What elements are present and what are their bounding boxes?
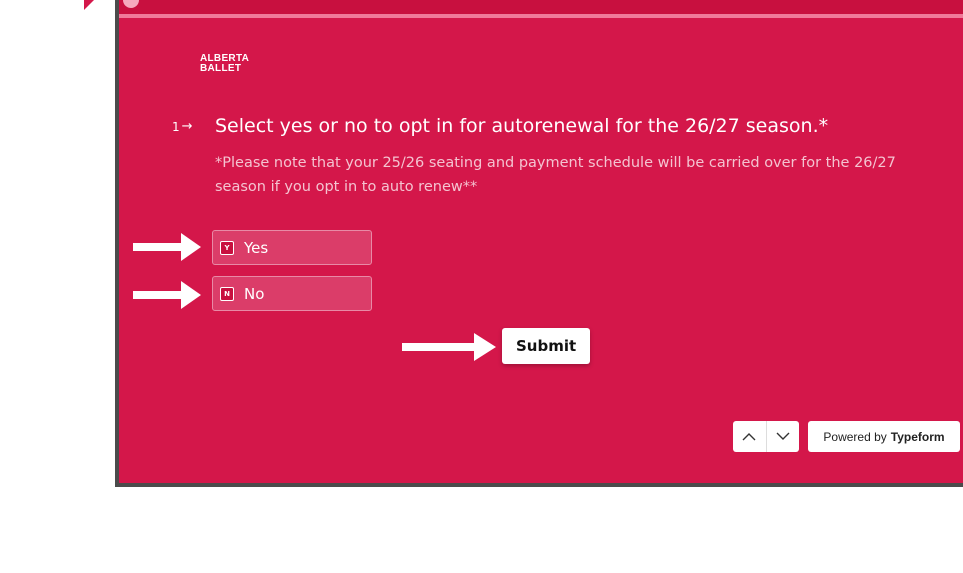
typeform-container: ALBERTA BALLET 1 → Select yes or no to o… [119,0,963,483]
chevron-up-icon [742,433,756,441]
choice-label-no: No [244,284,265,303]
corner-pointer-icon [84,0,94,10]
form-top-bar [119,0,963,18]
question-description: *Please note that your 25/26 seating and… [215,155,896,195]
choice-no[interactable]: N No [212,276,372,311]
next-question-button[interactable] [765,421,800,452]
powered-by-typeform-badge[interactable]: Powered by Typeform [808,421,960,452]
question-navigation [733,421,799,452]
chevron-down-icon [776,432,790,440]
arrow-right-icon: → [181,119,193,134]
choice-key-y: Y [220,240,234,255]
question-title: Select yes or no to opt in for autorenew… [215,115,829,137]
circle-icon [123,0,139,8]
previous-question-button[interactable] [733,421,766,452]
alberta-ballet-logo: ALBERTA BALLET [200,54,249,74]
white-arrow-pointer-icon [402,331,498,363]
white-arrow-pointer-icon [133,231,203,263]
typeform-brand: Typeform [890,429,945,444]
submit-button[interactable]: Submit [502,328,591,364]
choice-yes[interactable]: Y Yes [212,230,372,265]
logo-line-2: BALLET [200,63,242,74]
white-arrow-pointer-icon [133,279,203,311]
choice-key-n: N [220,286,234,301]
form-frame: ALBERTA BALLET 1 → Select yes or no to o… [115,0,963,487]
question-number: 1 → [172,119,193,134]
choice-label-yes: Yes [244,238,269,257]
question-number-text: 1 [172,119,180,134]
powered-by-prefix: Powered by [823,429,887,444]
